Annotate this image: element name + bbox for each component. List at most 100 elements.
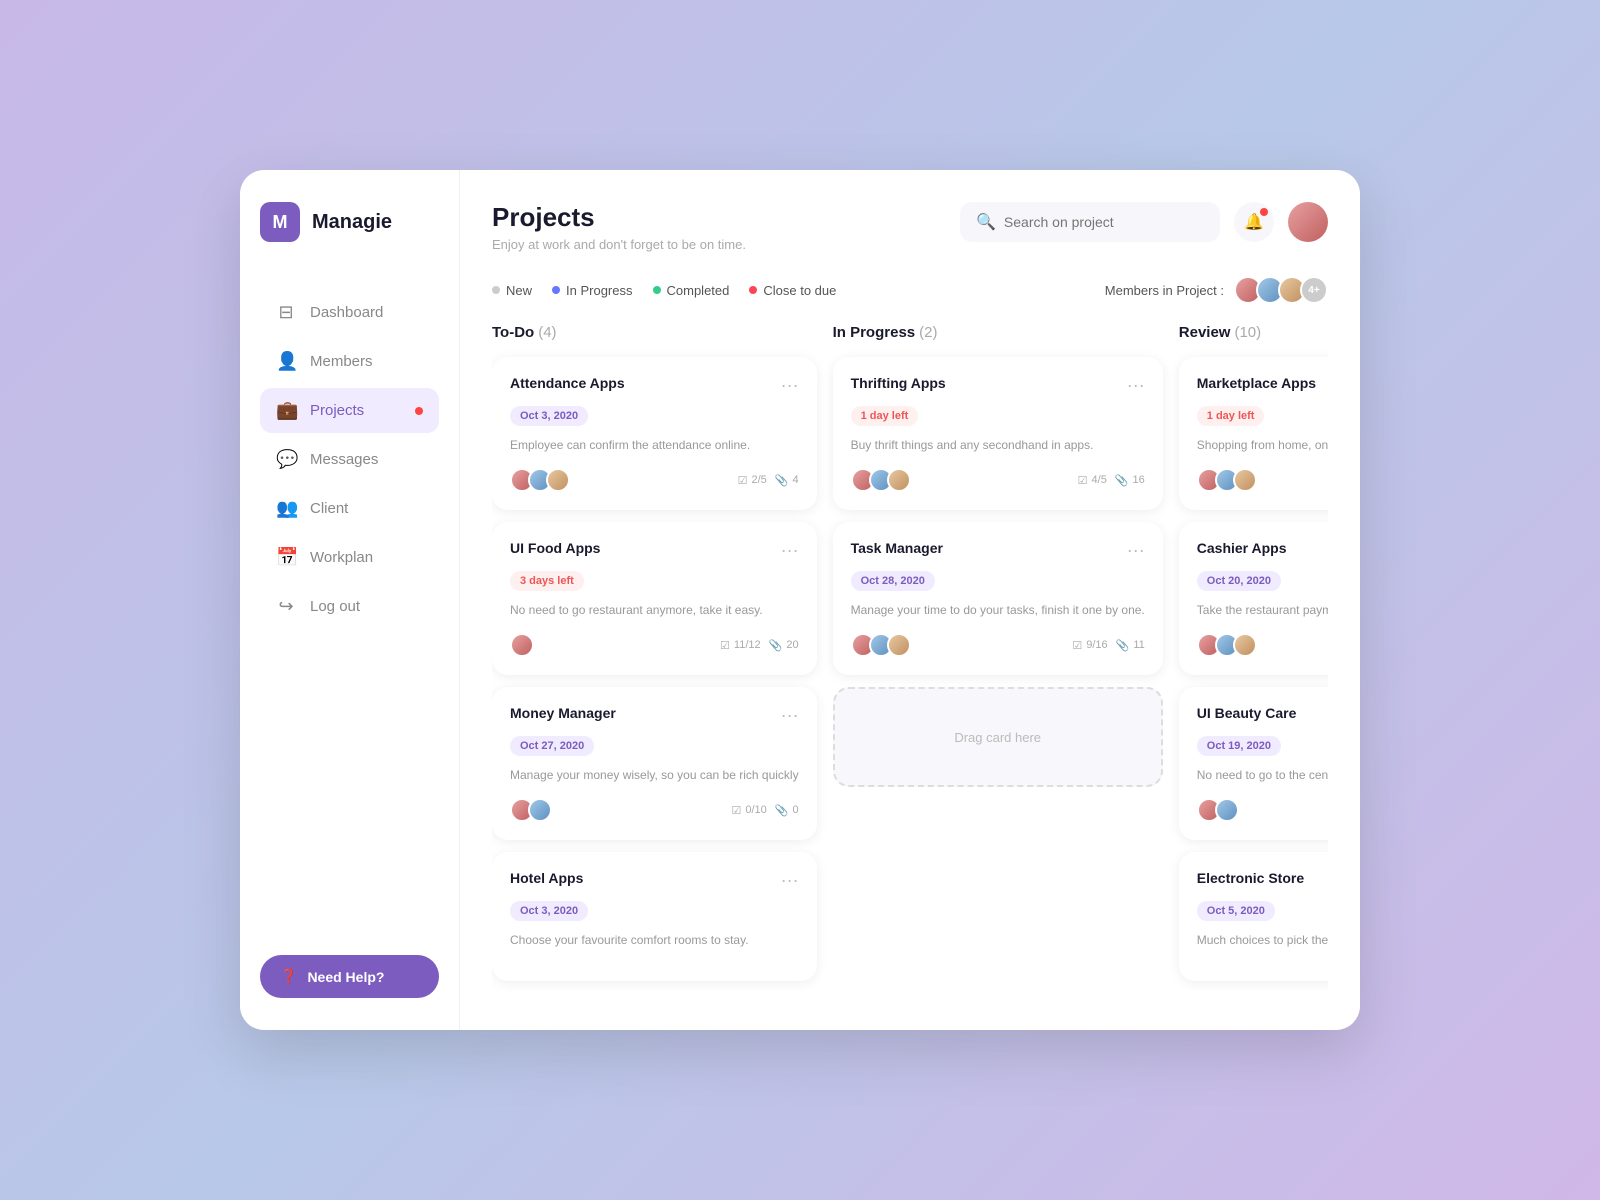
- card-footer: ☑2/5 📎4: [510, 468, 799, 492]
- need-help-button[interactable]: ❓ Need Help?: [260, 955, 439, 998]
- main-content: Projects Enjoy at work and don't forget …: [460, 170, 1360, 1030]
- legend-label-in_progress: In Progress: [566, 283, 632, 298]
- card-review-1: Cashier Apps ··· Oct 20, 2020 Take the r…: [1179, 522, 1328, 675]
- members-in-project: Members in Project : 4+: [1105, 276, 1328, 304]
- card-stats: ☑11/12 📎20: [720, 639, 799, 652]
- card-review-2: UI Beauty Care ··· Oct 19, 2020 No need …: [1179, 687, 1328, 840]
- tasks-icon: ☑: [1072, 639, 1082, 652]
- card-desc: No need to go to the centre, beauty from…: [1197, 766, 1328, 784]
- workplan-icon: 📅: [276, 547, 296, 568]
- column-header-review: Review(10): [1179, 324, 1328, 341]
- sidebar-item-projects[interactable]: 💼 Projects: [260, 388, 439, 433]
- logo-name: Managie: [312, 211, 392, 234]
- card-avatar-2: [546, 468, 570, 492]
- card-menu-button[interactable]: ···: [781, 870, 799, 891]
- need-help-label: Need Help?: [307, 969, 384, 985]
- drag-card-in_progress-2[interactable]: Drag card here: [833, 687, 1163, 787]
- tasks-stat: ☑2/5: [738, 474, 767, 487]
- card-footer: ☑ 0/10 📎0: [510, 798, 799, 822]
- column-count-in_progress: (2): [919, 324, 937, 341]
- card-menu-button[interactable]: ···: [781, 540, 799, 561]
- attach-value: 0: [792, 804, 798, 816]
- attach-icon: 📎: [775, 804, 789, 817]
- column-in_progress: In Progress(2) Thrifting Apps ··· 1 day …: [833, 324, 1163, 1010]
- sidebar-label-dashboard: Dashboard: [310, 304, 383, 321]
- column-header-in_progress: In Progress(2): [833, 324, 1163, 341]
- card-desc: Choose your favourite comfort rooms to s…: [510, 931, 799, 949]
- attach-stat: 📎4: [775, 474, 799, 487]
- search-input[interactable]: [1004, 214, 1204, 230]
- card-desc: Take the restaurant payment easily: [1197, 601, 1328, 619]
- card-todo-1: UI Food Apps ··· 3 days left No need to …: [492, 522, 817, 675]
- card-header: Money Manager ···: [510, 705, 799, 726]
- card-badge: 1 day left: [851, 406, 919, 426]
- card-menu-button[interactable]: ···: [1127, 375, 1145, 396]
- card-title: UI Food Apps: [510, 540, 600, 556]
- card-badge: Oct 28, 2020: [851, 571, 935, 591]
- legend-dot-completed: [653, 286, 661, 294]
- card-avatars: [851, 468, 911, 492]
- legend-item-new: New: [492, 283, 532, 298]
- card-menu-button[interactable]: ···: [1127, 540, 1145, 561]
- attach-icon: 📎: [1116, 639, 1130, 652]
- logo-icon: M: [260, 202, 300, 242]
- card-desc: No need to go restaurant anymore, take i…: [510, 601, 799, 619]
- card-header: UI Beauty Care ···: [1197, 705, 1328, 726]
- card-avatars: [510, 468, 570, 492]
- card-review-3: Electronic Store ··· Oct 5, 2020 Much ch…: [1179, 852, 1328, 981]
- card-header: Marketplace Apps ···: [1197, 375, 1328, 396]
- sidebar-item-dashboard[interactable]: ⊟ Dashboard: [260, 290, 439, 335]
- column-count-todo: (4): [538, 324, 556, 341]
- legend-dot-in_progress: [552, 286, 560, 294]
- card-menu-button[interactable]: ···: [781, 375, 799, 396]
- legend-bar: New In Progress Completed Close to due M…: [492, 276, 1328, 304]
- attach-stat: 📎0: [775, 804, 799, 817]
- main-header: Projects Enjoy at work and don't forget …: [492, 202, 1328, 252]
- card-badge: 3 days left: [510, 571, 584, 591]
- card-header: UI Food Apps ···: [510, 540, 799, 561]
- messages-icon: 💬: [276, 449, 296, 470]
- page-subtitle: Enjoy at work and don't forget to be on …: [492, 237, 746, 252]
- card-menu-button[interactable]: ···: [781, 705, 799, 726]
- attach-value: 20: [786, 639, 798, 651]
- card-title: Electronic Store: [1197, 870, 1304, 886]
- attach-value: 11: [1133, 639, 1144, 651]
- sidebar-item-client[interactable]: 👥 Client: [260, 486, 439, 531]
- members-icon: 👤: [276, 351, 296, 372]
- sidebar-label-members: Members: [310, 353, 373, 370]
- sidebar-item-messages[interactable]: 💬 Messages: [260, 437, 439, 482]
- card-footer: ☑4/5 📎16: [851, 468, 1145, 492]
- sidebar-item-logout[interactable]: ↪ Log out: [260, 584, 439, 629]
- card-title: Thrifting Apps: [851, 375, 946, 391]
- card-desc: Manage your time to do your tasks, finis…: [851, 601, 1145, 619]
- search-box[interactable]: 🔍: [960, 202, 1220, 242]
- tasks-value: 2/5: [751, 474, 766, 486]
- card-title: Hotel Apps: [510, 870, 583, 886]
- dashboard-icon: ⊟: [276, 302, 296, 323]
- column-header-todo: To-Do(4): [492, 324, 817, 341]
- header-right: 🔍 🔔: [960, 202, 1328, 242]
- tasks-value: 0/10: [745, 804, 766, 816]
- tasks-stat: ☑4/5: [1078, 474, 1107, 487]
- card-avatar-2: [1233, 468, 1257, 492]
- sidebar-item-members[interactable]: 👤 Members: [260, 339, 439, 384]
- column-review: Review(10) Marketplace Apps ··· 1 day le…: [1179, 324, 1328, 1010]
- sidebar-label-projects: Projects: [310, 402, 364, 419]
- kanban-board: To-Do(4) Attendance Apps ··· Oct 3, 2020…: [492, 324, 1328, 1030]
- attach-stat: 📎16: [1115, 474, 1145, 487]
- client-icon: 👥: [276, 498, 296, 519]
- sidebar-item-workplan[interactable]: 📅 Workplan: [260, 535, 439, 580]
- card-avatar-2: [887, 468, 911, 492]
- notification-dot: [1260, 208, 1268, 216]
- card-avatars: [1197, 798, 1239, 822]
- notification-button[interactable]: 🔔: [1234, 202, 1274, 242]
- member-avatar-extra: 4+: [1300, 276, 1328, 304]
- card-stats: ☑ 0/10 📎0: [731, 804, 798, 817]
- tasks-icon: ☑: [720, 639, 730, 652]
- user-avatar[interactable]: [1288, 202, 1328, 242]
- tasks-icon: ☑: [731, 804, 741, 817]
- page-header-left: Projects Enjoy at work and don't forget …: [492, 202, 746, 252]
- member-avatars: 4+: [1234, 276, 1328, 304]
- attach-icon: 📎: [769, 639, 783, 652]
- sidebar-label-messages: Messages: [310, 451, 378, 468]
